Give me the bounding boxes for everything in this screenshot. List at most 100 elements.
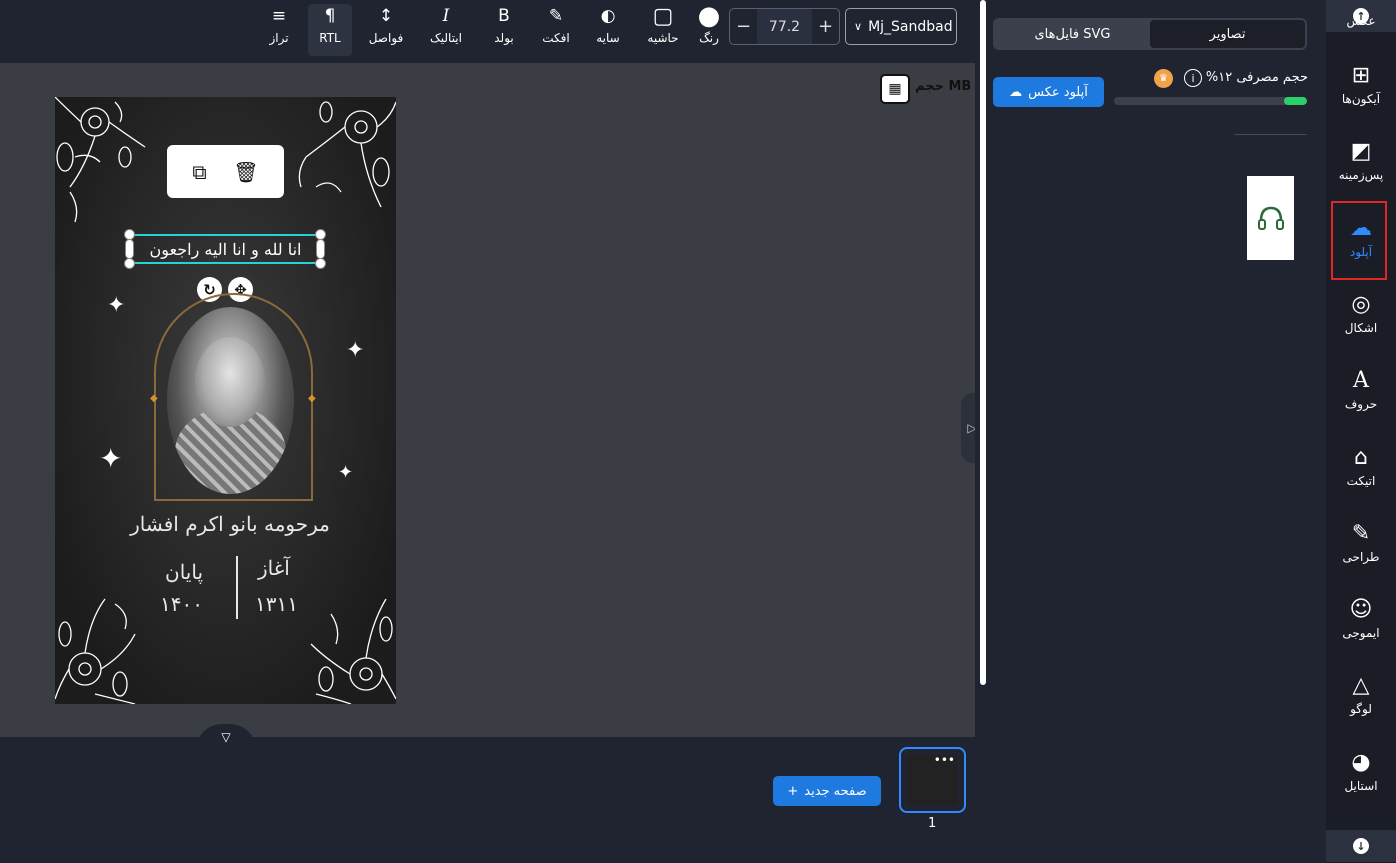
new-page-button[interactable]: صفحه جدید + [773, 776, 881, 806]
italic-icon: I [442, 6, 450, 26]
rtl-tool[interactable]: ¶ RTL [308, 4, 352, 56]
rail-item-label: ایموجی [1342, 626, 1380, 640]
resize-handle-bottom-right[interactable] [315, 258, 326, 269]
tab-images[interactable]: تصاویر [1150, 20, 1305, 48]
active-highlight-box [1331, 201, 1387, 280]
start-label[interactable]: آغاز [258, 556, 290, 580]
plus-icon: + [787, 783, 799, 799]
rail-scroll-down[interactable]: ↓ [1326, 830, 1396, 862]
resize-handle-right[interactable] [316, 239, 325, 259]
usage-progress-bar [1114, 97, 1307, 105]
trash-icon[interactable]: 🗑 [233, 160, 258, 184]
headphones-logo-icon [1257, 206, 1284, 230]
background-icon: ◩ [1350, 139, 1372, 164]
calculator-icon[interactable]: ▦ [880, 74, 910, 104]
rail-item-label: اتیکت [1346, 474, 1376, 488]
photo-face [195, 337, 265, 427]
effect-tool[interactable]: ✎ افکت [538, 4, 574, 56]
smiley-icon: ☺ [1349, 597, 1373, 622]
color-swatch-icon: ● [697, 1, 721, 31]
duplicate-icon[interactable]: ⧉ [192, 160, 206, 184]
rtl-label: RTL [319, 31, 341, 45]
nav-rail [1326, 0, 1396, 863]
date-divider [236, 556, 238, 619]
rail-item-label: پس‌زمینه [1338, 168, 1384, 182]
text-icon: A [1353, 368, 1369, 393]
upload-photo-button[interactable]: آپلود عکس ☁ [993, 77, 1104, 107]
logo-shapes-icon: △ [1352, 673, 1370, 698]
resize-handle-bottom-left[interactable] [124, 258, 135, 269]
floral-corner-top-right [286, 97, 396, 227]
chevron-down-icon: ∨ [854, 20, 863, 33]
rail-item-logo[interactable]: △ لوگو [1326, 673, 1396, 717]
deceased-name[interactable]: مرحومه بانو اکرم افشار [105, 512, 355, 536]
gold-diamond-right: ◆ [308, 393, 316, 404]
rail-item-background[interactable]: ◩ پس‌زمینه [1326, 139, 1396, 183]
font-size-stepper: − 77.2 + [729, 8, 840, 45]
effect-label: افکت [542, 31, 570, 45]
border-label: حاشیه [647, 31, 679, 45]
rail-item-style[interactable]: ◕ استایل [1326, 750, 1396, 794]
more-options-icon[interactable]: ••• [934, 753, 955, 767]
align-icon: ≡ [271, 6, 287, 26]
magic-wand-icon: ✎ [548, 6, 564, 26]
arrow-down-icon: ↓ [1353, 838, 1369, 854]
line-spacing-icon: ↕ [378, 6, 394, 26]
rail-item-emoji[interactable]: ☺ ایموجی [1326, 597, 1396, 641]
italic-label: ایتالیک [430, 31, 462, 45]
rail-item-draw[interactable]: ✎ طراحی [1326, 522, 1396, 565]
color-tool[interactable]: ● رنگ [694, 1, 724, 56]
rail-item-label: اشکال [1344, 321, 1378, 335]
end-year[interactable]: ۱۴۰۰ [160, 592, 203, 616]
page-thumbnail[interactable]: ••• [899, 747, 966, 813]
shapes-icon: ◎ [1351, 292, 1371, 317]
border-icon: ▢ [652, 3, 674, 29]
color-label: رنگ [699, 31, 719, 45]
top-toolbar: ≡ تراز ¶ RTL ↕ فواصل I ایتالیک B بولد ✎ … [0, 0, 975, 63]
italic-tool[interactable]: I ایتالیک [424, 4, 468, 56]
canvas-scrollbar[interactable] [980, 0, 986, 685]
spacing-label: فواصل [368, 31, 404, 45]
crown-icon[interactable]: ♛ [1154, 69, 1173, 88]
side-panel [975, 0, 1326, 863]
page-number: 1 [928, 816, 937, 831]
decrease-size-button[interactable]: − [730, 16, 757, 37]
shadow-tool[interactable]: ◐ سایه [592, 4, 624, 56]
panel-tabs: فایل‌های SVG تصاویر [993, 18, 1307, 50]
rail-item-photo[interactable]: عکس [1326, 14, 1396, 28]
font-select[interactable]: ∨ Mj_Sandbad [845, 8, 957, 45]
spacing-tool[interactable]: ↕ فواصل [364, 4, 408, 56]
new-page-label: صفحه جدید [804, 783, 867, 799]
cloud-upload-icon: ☁ [1009, 84, 1023, 100]
bold-icon: B [498, 6, 510, 26]
rail-item-label: عکس [1346, 14, 1376, 28]
align-tool[interactable]: ≡ تراز [263, 4, 295, 56]
floral-corner-bottom-left [55, 574, 165, 704]
rail-item-label: آیکون‌ها [1341, 92, 1381, 106]
palette-icon: ◕ [1351, 750, 1371, 775]
chevron-down-icon: ▽ [221, 730, 231, 744]
tab-svg-files[interactable]: فایل‌های SVG [995, 20, 1150, 48]
font-size-value[interactable]: 77.2 [757, 9, 812, 44]
grid-icon: ⊞ [1351, 63, 1371, 88]
end-label[interactable]: پایان [165, 560, 203, 584]
increase-size-button[interactable]: + [812, 16, 839, 37]
sparkle-icon: ✦ [338, 462, 354, 483]
tag-icon: ⌂ [1354, 445, 1368, 470]
rail-item-shapes[interactable]: ◎ اشکال [1326, 292, 1396, 336]
bold-tool[interactable]: B بولد [488, 4, 520, 56]
uploaded-image[interactable] [1247, 176, 1294, 260]
shadow-label: سایه [596, 31, 620, 45]
gold-diamond-left: ◆ [150, 393, 158, 404]
resize-handle-left[interactable] [125, 239, 134, 259]
info-icon[interactable]: i [1184, 69, 1202, 87]
rail-item-letters[interactable]: A حروف [1326, 368, 1396, 412]
element-action-toolbar: ⧉ 🗑 [167, 145, 284, 198]
rail-item-labels[interactable]: ⌂ اتیکت [1326, 445, 1396, 489]
start-year[interactable]: ۱۳۱۱ [255, 592, 298, 616]
border-tool[interactable]: ▢ حاشیه [644, 4, 682, 56]
portrait-photo[interactable] [167, 307, 294, 494]
rail-item-icons[interactable]: ⊞ آیکون‌ها [1326, 63, 1396, 107]
usage-progress-fill [1283, 97, 1307, 105]
rail-item-label: استایل [1344, 779, 1378, 793]
